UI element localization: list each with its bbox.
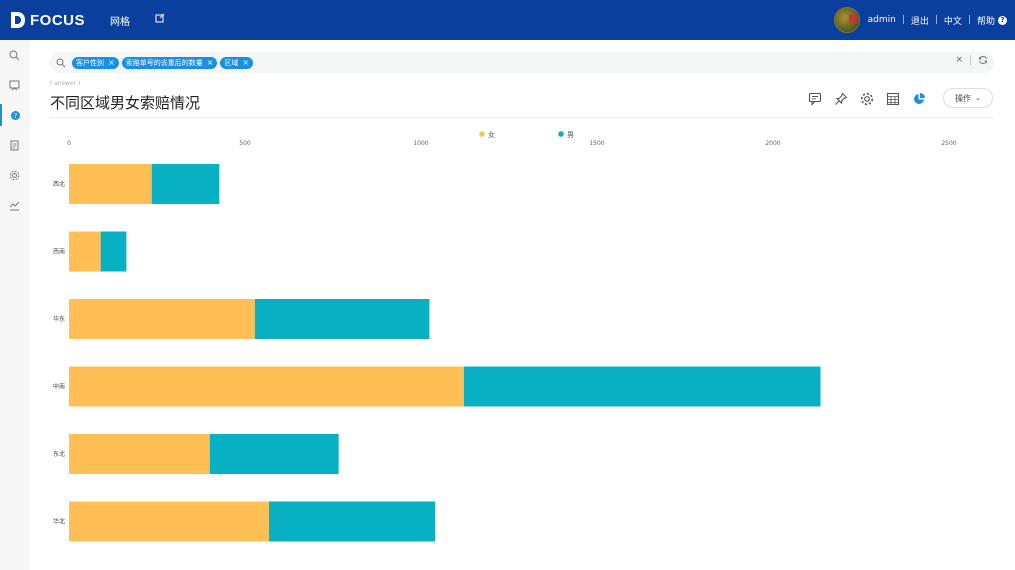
operation-label: 操作: [955, 93, 972, 103]
operation-button[interactable]: 操作 ⌄: [943, 88, 993, 108]
y-category-label: 中南: [53, 383, 65, 391]
language-link[interactable]: 中文: [944, 14, 962, 27]
help-icon[interactable]: ?: [998, 15, 1007, 25]
chip-label: 索赔单号的去重后的数量: [125, 58, 203, 67]
separator: |: [934, 15, 938, 25]
close-icon[interactable]: ×: [242, 58, 249, 67]
help-link[interactable]: 帮助: [977, 14, 995, 27]
x-tick-label: 1500: [589, 140, 604, 147]
pin-icon[interactable]: [832, 90, 850, 108]
bar-segment: [69, 501, 269, 542]
logout-link[interactable]: 退出: [911, 14, 929, 27]
legend-marker: [558, 131, 564, 137]
filter-chip[interactable]: 索赔单号的去重后的数量 ×: [121, 56, 218, 69]
user-area: admin | 退出 | 中文 | 帮助 ?: [833, 6, 1007, 34]
logo-icon: [11, 12, 25, 28]
search-icon[interactable]: [56, 58, 66, 68]
bar-segment: [463, 366, 821, 407]
x-tick-label: 500: [239, 140, 251, 147]
legend-label: 女: [488, 130, 495, 139]
bar-segment: [69, 366, 464, 407]
bar-segment: [69, 434, 210, 474]
edit-icon[interactable]: [155, 13, 165, 26]
logo[interactable]: FOCUS: [10, 9, 85, 31]
svg-text:?: ?: [14, 112, 18, 120]
bar-segment: [100, 231, 127, 272]
stacked-bar-chart: 女 男 0 500 1000 1500 2000 2500 西北西南华东中南东北华北: [53, 130, 957, 542]
logo-text: FOCUS: [30, 11, 85, 29]
page-title: 不同区域男女索赔情况: [50, 94, 201, 112]
divider: [50, 117, 994, 118]
close-icon[interactable]: ×: [207, 58, 214, 67]
bar-segment: [69, 231, 101, 272]
close-icon[interactable]: ×: [108, 58, 115, 67]
y-category-label: 西北: [53, 180, 65, 188]
filter-chip[interactable]: 区域 ×: [220, 56, 254, 69]
search-actions: ×: [955, 55, 988, 65]
bar-segment: [151, 164, 220, 204]
legend-label: 男: [567, 131, 574, 139]
bar-segment: [254, 299, 430, 339]
bar-segment: [69, 299, 255, 339]
top-bar: FOCUS 网格 admin | 退出 | 中文 | 帮助 ?: [0, 0, 1015, 40]
clear-icon[interactable]: ×: [955, 55, 963, 65]
y-category-label: 西南: [53, 248, 65, 256]
y-category-label: 东北: [53, 450, 65, 458]
board-icon[interactable]: [0, 74, 29, 96]
separator: |: [901, 15, 905, 25]
search-bar[interactable]: 客户性别 × 索赔单号的去重后的数量 × 区域 × ×: [50, 52, 994, 73]
search-icon[interactable]: [0, 44, 29, 66]
bar-segment: [268, 501, 436, 542]
bar-segment: [69, 164, 152, 204]
y-category-label: 华北: [53, 518, 65, 526]
chip-label: 客户性别: [76, 58, 104, 67]
x-tick-label: 0: [67, 140, 71, 147]
table-icon[interactable]: [884, 90, 902, 108]
y-category-label: 华东: [53, 315, 65, 323]
chip-label: 区域: [224, 58, 239, 67]
pie-chart-icon[interactable]: [910, 90, 928, 108]
gear-icon[interactable]: [858, 90, 876, 108]
nav-grid-link[interactable]: 网格: [110, 13, 130, 28]
legend-marker: [479, 131, 485, 137]
filter-chip[interactable]: 客户性别 ×: [72, 56, 119, 69]
x-tick-label: 2000: [765, 140, 780, 147]
avatar[interactable]: [833, 7, 860, 33]
separator: |: [967, 15, 971, 25]
username[interactable]: admin: [868, 15, 896, 25]
chart-toolbar: [806, 90, 936, 108]
refresh-icon[interactable]: [978, 55, 988, 65]
bar-segment: [209, 434, 339, 474]
comment-icon[interactable]: [806, 90, 824, 108]
x-tick-label: 2500: [941, 140, 956, 147]
answer-hint: ( answer ): [50, 80, 81, 87]
divider: [970, 55, 971, 65]
x-tick-label: 1000: [413, 140, 428, 147]
chevron-down-icon: ⌄: [975, 94, 981, 102]
